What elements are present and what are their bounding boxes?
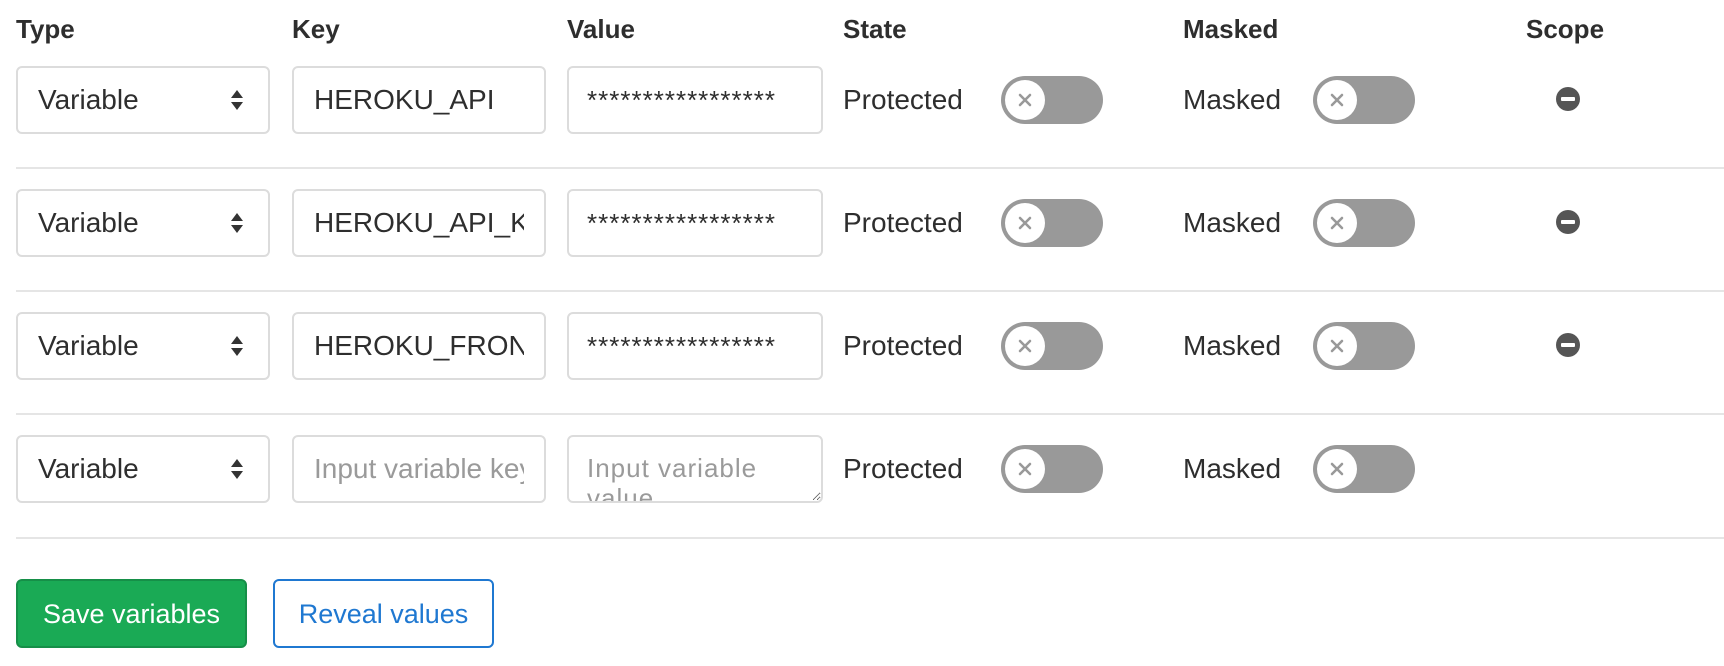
row-divider [16,167,1724,169]
header-scope: Scope [1526,14,1605,44]
header-value: Value [567,14,635,44]
type-select-value: Variable [38,84,139,115]
type-select-value: Variable [38,330,139,361]
protected-toggle[interactable] [1001,445,1103,493]
protected-toggle[interactable] [1001,322,1103,370]
type-select[interactable]: Variable [16,66,270,134]
toggle-knob [1317,326,1357,366]
row-divider [16,537,1724,539]
masked-label: Masked [1183,330,1282,361]
value-input[interactable] [567,189,823,257]
protected-label: Protected [843,330,963,361]
toggle-knob [1005,203,1045,243]
toggle-knob [1005,449,1045,489]
value-input[interactable] [567,66,823,134]
key-input[interactable] [292,435,546,503]
toggle-knob [1317,80,1357,120]
type-select-value: Variable [38,453,139,484]
header-key: Key [292,14,340,44]
remove-circle-icon[interactable] [1555,332,1581,358]
sort-caret-icon [231,336,243,356]
toggle-knob [1005,80,1045,120]
protected-label: Protected [843,207,963,238]
toggle-knob [1317,203,1357,243]
close-icon [1330,93,1344,107]
reveal-values-button[interactable]: Reveal values [273,579,494,648]
type-select[interactable]: Variable [16,312,270,380]
key-input[interactable] [292,189,546,257]
row-divider [16,290,1724,292]
toggle-knob [1005,326,1045,366]
close-icon [1018,216,1032,230]
save-variables-button[interactable]: Save variables [16,579,247,648]
header-masked: Masked [1183,14,1279,44]
masked-toggle[interactable] [1313,199,1415,247]
row-divider [16,413,1724,415]
masked-toggle[interactable] [1313,445,1415,493]
close-icon [1018,93,1032,107]
protected-toggle[interactable] [1001,199,1103,247]
protected-label: Protected [843,453,963,484]
close-icon [1330,462,1344,476]
sort-caret-icon [231,213,243,233]
type-select[interactable]: Variable [16,189,270,257]
value-textarea[interactable] [567,435,823,503]
masked-toggle[interactable] [1313,76,1415,124]
protected-label: Protected [843,84,963,115]
header-state: State [843,14,907,44]
value-input[interactable] [567,312,823,380]
masked-toggle[interactable] [1313,322,1415,370]
variable-row: Variable Protected Masked [0,312,1724,434]
key-input[interactable] [292,312,546,380]
close-icon [1330,339,1344,353]
sort-caret-icon [231,459,243,479]
type-select-value: Variable [38,207,139,238]
variable-row: Variable Protected Masked [0,66,1724,188]
masked-label: Masked [1183,207,1282,238]
masked-label: Masked [1183,84,1282,115]
type-select[interactable]: Variable [16,435,270,503]
close-icon [1018,462,1032,476]
key-input[interactable] [292,66,546,134]
protected-toggle[interactable] [1001,76,1103,124]
variable-row: Variable Protected Masked [0,189,1724,311]
close-icon [1330,216,1344,230]
toggle-knob [1317,449,1357,489]
sort-caret-icon [231,90,243,110]
masked-label: Masked [1183,453,1282,484]
close-icon [1018,339,1032,353]
header-type: Type [16,14,75,44]
remove-circle-icon[interactable] [1555,86,1581,112]
remove-circle-icon[interactable] [1555,209,1581,235]
